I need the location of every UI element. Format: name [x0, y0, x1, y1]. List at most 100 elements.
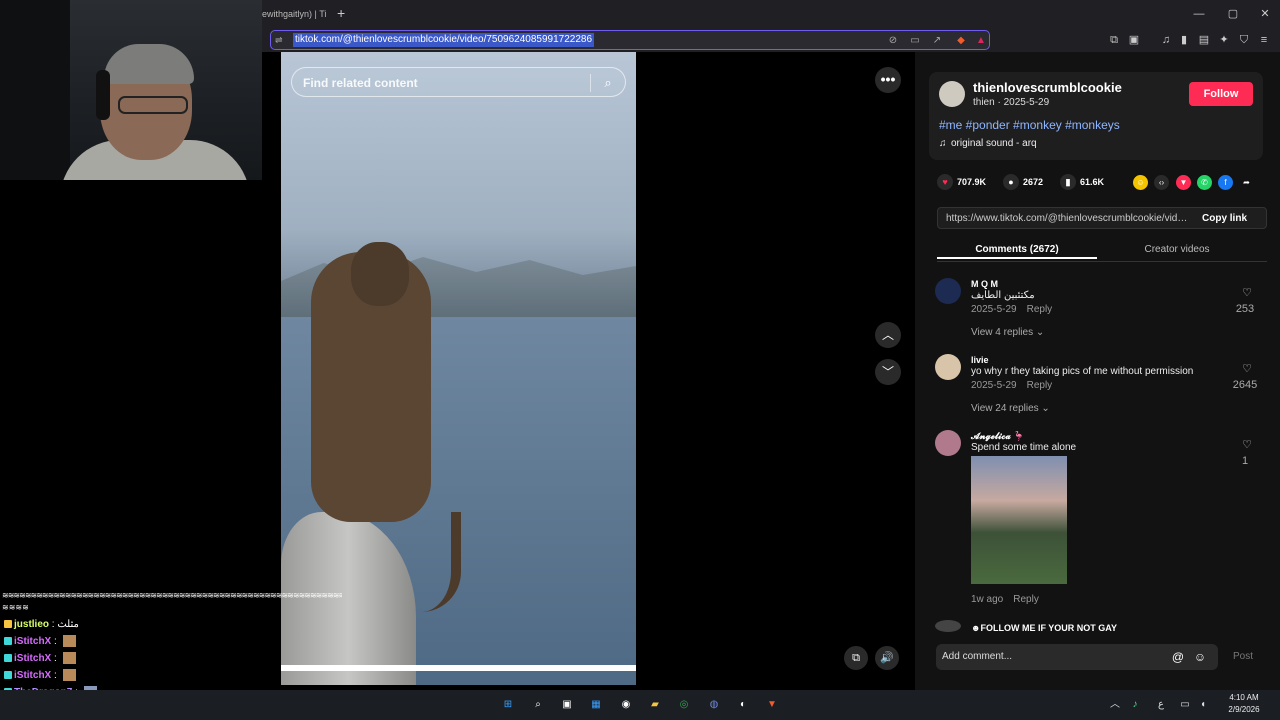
- brave-shields-icon[interactable]: ◆: [953, 33, 969, 49]
- menu-icon[interactable]: ≡: [1256, 32, 1272, 48]
- chat-username[interactable]: iStitchX: [14, 670, 51, 681]
- commenter-name[interactable]: ☻FOLLOW ME IF YOUR NOT GAY: [971, 622, 1231, 632]
- address-bar[interactable]: ⇌ tiktok.com/@thienlovescrumblcookie/vid…: [270, 30, 990, 50]
- network-icon[interactable]: ▭: [1178, 697, 1192, 713]
- chat-emote-icon: [62, 669, 76, 682]
- previous-video-button[interactable]: ︿: [875, 322, 901, 348]
- tray-overflow-icon[interactable]: ︿: [1108, 697, 1122, 713]
- view-replies-button[interactable]: View 4 replies ⌄: [971, 327, 1044, 339]
- video-hashtags[interactable]: #me #ponder #monkey #monkeys: [939, 118, 1259, 132]
- embed-icon[interactable]: ‹›: [1154, 175, 1169, 190]
- like-stat[interactable]: ♥ 707.9K: [937, 174, 1007, 190]
- heart-icon[interactable]: ♥: [937, 174, 953, 190]
- url-text[interactable]: tiktok.com/@thienlovescrumblcookie/video…: [293, 33, 595, 47]
- video-progress-bar[interactable]: [281, 665, 636, 671]
- comment-input[interactable]: Add comment... @ ☺: [936, 644, 1218, 670]
- whatsapp-icon[interactable]: ✆: [1197, 175, 1212, 190]
- reply-button[interactable]: Reply: [1027, 304, 1053, 315]
- miniplayer-icon[interactable]: ⧉: [844, 646, 868, 670]
- cast-icon[interactable]: ▭: [907, 33, 923, 49]
- share-arrow-icon[interactable]: ➦: [1239, 175, 1254, 190]
- commenter-name[interactable]: livie: [971, 354, 1171, 366]
- more-options-button[interactable]: •••: [875, 67, 901, 93]
- commenter-avatar[interactable]: [935, 278, 961, 304]
- new-tab-button[interactable]: +: [337, 4, 353, 22]
- copy-link-button[interactable]: Copy link: [1202, 212, 1262, 225]
- tab-creator-videos[interactable]: Creator videos: [1097, 241, 1257, 259]
- site-settings-icon[interactable]: ⇌: [275, 34, 289, 47]
- find-related-search[interactable]: Find related content ⌕: [291, 67, 626, 97]
- comment-like-icon[interactable]: ♡: [1235, 362, 1259, 376]
- emoji-icon[interactable]: ☺: [1192, 649, 1208, 665]
- chrome-icon[interactable]: ◎: [674, 695, 694, 715]
- brave-rewards-icon[interactable]: ▲: [973, 33, 989, 49]
- commenter-name[interactable]: 𝓐𝓷𝓰𝓮𝓵𝓲𝓬𝓪 🦩: [971, 430, 1171, 442]
- commenter-avatar[interactable]: [935, 620, 961, 632]
- speaker-icon[interactable]: ◖: [1196, 697, 1210, 713]
- search-icon[interactable]: ⌕: [599, 74, 617, 92]
- coin-share-icon[interactable]: ☺: [1133, 175, 1148, 190]
- wallet-icon[interactable]: ▤: [1196, 32, 1212, 48]
- mention-icon[interactable]: @: [1170, 649, 1186, 665]
- tab-comments[interactable]: Comments (2672): [937, 241, 1097, 259]
- webcam-background: [0, 0, 70, 180]
- start-icon[interactable]: ⊞: [498, 695, 518, 715]
- video-sound[interactable]: ♫ original sound - arq: [939, 138, 1239, 150]
- chat-username[interactable]: iStitchX: [14, 636, 51, 647]
- sound-name[interactable]: original sound - arq: [951, 138, 1037, 149]
- view-replies-button[interactable]: View 24 replies ⌄: [971, 403, 1050, 415]
- commenter-avatar[interactable]: [935, 354, 961, 380]
- close-window-button[interactable]: ✕: [1250, 4, 1280, 24]
- discord-icon[interactable]: ◍: [704, 695, 724, 715]
- vpn-icon[interactable]: ⛉: [1236, 32, 1252, 48]
- search-taskbar-icon[interactable]: ⌕: [528, 695, 548, 715]
- taskbar-clock[interactable]: 4:10 AM 2/9/2026: [1214, 692, 1274, 718]
- author-avatar[interactable]: [939, 81, 965, 107]
- share-url-icon[interactable]: ↗: [929, 33, 945, 49]
- comment-like-icon[interactable]: ♡: [1235, 438, 1259, 452]
- extensions-icon[interactable]: ⧉: [1106, 32, 1122, 48]
- screenshot-icon[interactable]: ▣: [1126, 32, 1142, 48]
- bookmark-icon[interactable]: ▮: [1060, 174, 1076, 190]
- chat-text: مثلث: [57, 619, 79, 630]
- chat-emote-icon: [62, 652, 76, 665]
- comment-stat[interactable]: ● 2672: [1003, 174, 1063, 190]
- comment-item: ☻FOLLOW ME IF YOUR NOT GAY: [935, 620, 1265, 632]
- leo-ai-icon[interactable]: ✦: [1216, 32, 1232, 48]
- reader-icon[interactable]: ⊘: [885, 33, 901, 49]
- video-player[interactable]: Find related content ⌕: [281, 52, 636, 685]
- comment-like-icon[interactable]: ♡: [1235, 286, 1259, 300]
- task-view-icon[interactable]: ▣: [557, 695, 577, 715]
- store-icon[interactable]: ▦: [586, 695, 606, 715]
- commenter-name[interactable]: M Q M: [971, 278, 1171, 290]
- volume-icon[interactable]: 🔊: [875, 646, 899, 670]
- comment-input-placeholder[interactable]: Add comment...: [942, 651, 1142, 663]
- media-icon[interactable]: ♫: [1158, 32, 1174, 48]
- send-share-icon[interactable]: ▼: [1176, 175, 1191, 190]
- save-stat[interactable]: ▮ 61.6K: [1060, 174, 1120, 190]
- commenter-avatar[interactable]: [935, 430, 961, 456]
- maximize-button[interactable]: ▢: [1218, 4, 1248, 24]
- facebook-icon[interactable]: f: [1218, 175, 1233, 190]
- share-link-text[interactable]: https://www.tiktok.com/@thienlovescrumbl…: [946, 212, 1191, 225]
- reply-button[interactable]: Reply: [1027, 380, 1053, 391]
- post-comment-button[interactable]: Post: [1233, 650, 1259, 664]
- follow-button[interactable]: Follow: [1189, 82, 1253, 106]
- comment-photo[interactable]: [971, 456, 1067, 584]
- author-username[interactable]: thienlovescrumblcookie: [973, 80, 1183, 96]
- microphone-icon[interactable]: ♪: [1128, 697, 1142, 713]
- browser-tab[interactable]: ewithgaitlyn) | Ti: [262, 4, 326, 24]
- search-input[interactable]: Find related content: [303, 76, 543, 90]
- minimize-button[interactable]: —: [1184, 4, 1214, 24]
- steam-icon[interactable]: ◐: [733, 695, 753, 715]
- comment-bubble-icon[interactable]: ●: [1003, 174, 1019, 190]
- next-video-button[interactable]: ﹀: [875, 359, 901, 385]
- reply-button[interactable]: Reply: [1013, 594, 1039, 605]
- sidebar-icon[interactable]: ▮: [1176, 32, 1192, 48]
- language-indicator[interactable]: ع: [1154, 697, 1168, 713]
- chat-username[interactable]: justlieo: [14, 619, 49, 630]
- brave-icon[interactable]: ▼: [762, 695, 782, 715]
- file-explorer-icon[interactable]: ▰: [645, 695, 665, 715]
- obs-icon[interactable]: ◉: [616, 695, 636, 715]
- chat-username[interactable]: iStitchX: [14, 653, 51, 664]
